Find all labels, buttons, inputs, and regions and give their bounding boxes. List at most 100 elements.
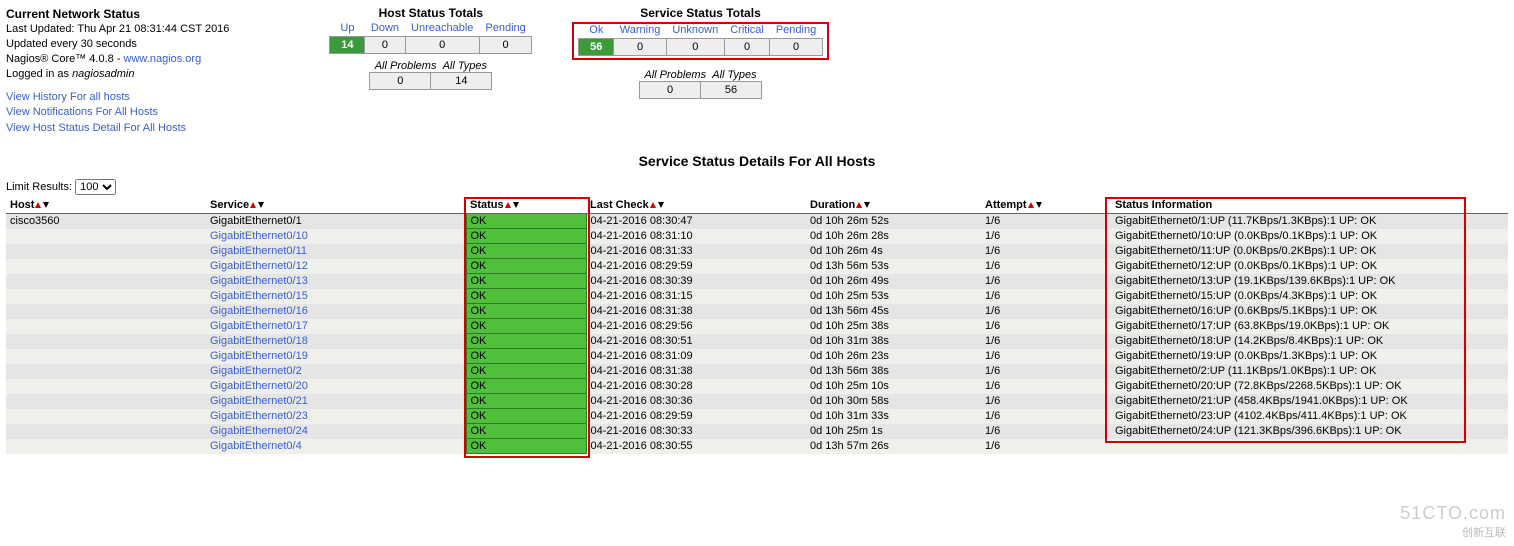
cell-duration: 0d 13h 56m 38s <box>806 364 981 379</box>
service-link[interactable]: GigabitEthernet0/23 <box>210 410 308 422</box>
service-link[interactable]: GigabitEthernet0/12 <box>210 260 308 272</box>
cell-status: OK <box>466 259 586 274</box>
table-row: GigabitEthernet0/2OK04-21-2016 08:31:380… <box>6 364 1508 379</box>
view-host-detail-link[interactable]: View Host Status Detail For All Hosts <box>6 122 186 134</box>
cell-service: GigabitEthernet0/13 <box>206 274 466 289</box>
sort-up-icon <box>34 201 42 209</box>
cell-status-info: GigabitEthernet0/21:UP (458.4KBps/1941.0… <box>1111 394 1508 409</box>
cell-last-check: 04-21-2016 08:31:10 <box>586 229 806 244</box>
service-link[interactable]: GigabitEthernet0/20 <box>210 380 308 392</box>
svc-ok-count[interactable]: 56 <box>579 39 614 56</box>
service-link[interactable]: GigabitEthernet0/11 <box>210 245 307 257</box>
cell-last-check: 04-21-2016 08:29:59 <box>586 409 806 424</box>
svc-critical-count[interactable]: 0 <box>724 39 770 56</box>
host-unreachable-header[interactable]: Unreachable <box>411 22 473 34</box>
svc-unknown-header[interactable]: Unknown <box>672 24 718 36</box>
cell-attempt: 1/6 <box>981 424 1111 439</box>
host-up-count[interactable]: 14 <box>330 37 365 54</box>
col-attempt[interactable]: Attempt <box>981 197 1111 214</box>
cell-service: GigabitEthernet0/2 <box>206 364 466 379</box>
cell-status: OK <box>466 439 586 454</box>
svc-all-problems[interactable]: 0 <box>640 82 701 99</box>
cell-last-check: 04-21-2016 08:30:28 <box>586 379 806 394</box>
host-unreachable-count[interactable]: 0 <box>405 37 479 54</box>
service-link[interactable]: GigabitEthernet0/16 <box>210 305 308 317</box>
host-all-problems[interactable]: 0 <box>370 73 431 90</box>
col-duration[interactable]: Duration <box>806 197 981 214</box>
svc-warning-count[interactable]: 0 <box>614 39 667 56</box>
cell-status: OK <box>466 349 586 364</box>
logged-in-line: Logged in as nagiosadmin <box>6 67 229 82</box>
cell-service: GigabitEthernet0/12 <box>206 259 466 274</box>
service-link[interactable]: GigabitEthernet0/24 <box>210 425 308 437</box>
col-service[interactable]: Service <box>206 197 466 214</box>
cell-last-check: 04-21-2016 08:30:36 <box>586 394 806 409</box>
cell-last-check: 04-21-2016 08:30:47 <box>586 214 806 229</box>
cell-last-check: 04-21-2016 08:30:51 <box>586 334 806 349</box>
cell-duration: 0d 10h 26m 23s <box>806 349 981 364</box>
service-status-totals: Service Status Totals Ok Warning Unknown… <box>572 6 828 99</box>
view-history-link[interactable]: View History For all hosts <box>6 91 130 103</box>
col-info[interactable]: Status Information <box>1111 197 1508 214</box>
cell-service: GigabitEthernet0/19 <box>206 349 466 364</box>
svc-unknown-count[interactable]: 0 <box>666 39 724 56</box>
service-link[interactable]: GigabitEthernet0/1 <box>210 215 302 227</box>
host-link[interactable]: cisco3560 <box>10 215 60 227</box>
limit-select[interactable]: 100 <box>75 179 116 195</box>
cell-status: OK <box>466 334 586 349</box>
cell-attempt: 1/6 <box>981 304 1111 319</box>
cell-service: GigabitEthernet0/15 <box>206 289 466 304</box>
svc-all-types[interactable]: 56 <box>701 82 762 99</box>
cell-status: OK <box>466 379 586 394</box>
sort-down-icon <box>42 201 50 209</box>
cell-attempt: 1/6 <box>981 214 1111 229</box>
cell-duration: 0d 13h 56m 45s <box>806 304 981 319</box>
svc-ok-header[interactable]: Ok <box>589 24 603 36</box>
host-down-count[interactable]: 0 <box>365 37 405 54</box>
cell-host <box>6 244 206 259</box>
sort-up-icon <box>1027 201 1035 209</box>
host-up-header[interactable]: Up <box>340 22 354 34</box>
cell-service: GigabitEthernet0/17 <box>206 319 466 334</box>
service-link[interactable]: GigabitEthernet0/18 <box>210 335 308 347</box>
cell-service: GigabitEthernet0/21 <box>206 394 466 409</box>
sort-up-icon <box>504 201 512 209</box>
cell-duration: 0d 13h 57m 26s <box>806 439 981 454</box>
view-notifications-link[interactable]: View Notifications For All Hosts <box>6 106 158 118</box>
svc-warning-header[interactable]: Warning <box>620 24 661 36</box>
table-row: GigabitEthernet0/11OK04-21-2016 08:31:33… <box>6 244 1508 259</box>
table-row: GigabitEthernet0/18 OK04-21-2016 08:30:51… <box>6 334 1508 349</box>
service-link[interactable]: GigabitEthernet0/17 <box>210 320 308 332</box>
last-updated: Last Updated: Thu Apr 21 08:31:44 CST 20… <box>6 22 229 37</box>
service-link[interactable]: GigabitEthernet0/4 <box>210 440 302 452</box>
sort-up-icon <box>649 201 657 209</box>
service-link[interactable]: GigabitEthernet0/19 <box>210 350 308 362</box>
host-down-header[interactable]: Down <box>371 22 399 34</box>
nagios-link[interactable]: www.nagios.org <box>124 53 202 65</box>
service-link[interactable]: GigabitEthernet0/10 <box>210 230 308 242</box>
watermark: 51CTO.com 创新互联 <box>1400 503 1506 540</box>
svc-pending-count[interactable]: 0 <box>770 39 822 56</box>
cell-service: GigabitEthernet0/24 <box>206 424 466 439</box>
col-last-check[interactable]: Last Check <box>586 197 806 214</box>
table-row: GigabitEthernet0/21OK04-21-2016 08:30:36… <box>6 394 1508 409</box>
cell-service: GigabitEthernet0/1 <box>206 214 466 229</box>
cell-host <box>6 319 206 334</box>
cell-host <box>6 424 206 439</box>
cell-last-check: 04-21-2016 08:29:59 <box>586 259 806 274</box>
svc-critical-header[interactable]: Critical <box>730 24 764 36</box>
cell-duration: 0d 10h 31m 33s <box>806 409 981 424</box>
cell-last-check: 04-21-2016 08:31:15 <box>586 289 806 304</box>
service-link[interactable]: GigabitEthernet0/15 <box>210 290 308 302</box>
svc-pending-header[interactable]: Pending <box>776 24 816 36</box>
service-link[interactable]: GigabitEthernet0/2 <box>210 365 302 377</box>
host-pending-count[interactable]: 0 <box>479 37 531 54</box>
cell-attempt: 1/6 <box>981 244 1111 259</box>
service-link[interactable]: GigabitEthernet0/13 <box>210 275 308 287</box>
col-status[interactable]: Status <box>466 197 586 214</box>
host-all-types[interactable]: 14 <box>431 73 492 90</box>
col-host[interactable]: Host <box>6 197 206 214</box>
service-link[interactable]: GigabitEthernet0/21 <box>210 395 308 407</box>
host-pending-header[interactable]: Pending <box>485 22 525 34</box>
cell-service: GigabitEthernet0/10 <box>206 229 466 244</box>
